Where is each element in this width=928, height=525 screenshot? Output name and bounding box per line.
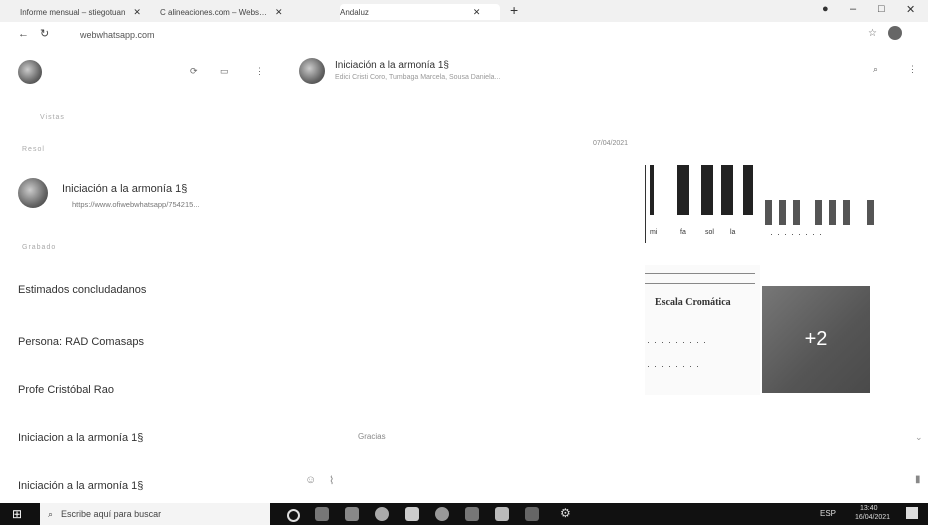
message-caption: Gracias bbox=[358, 432, 386, 441]
chat-title: Estimados concludadanos bbox=[18, 284, 147, 296]
status-icon[interactable]: ⟳ bbox=[190, 66, 198, 77]
app-icon[interactable] bbox=[345, 507, 359, 521]
minimize-button[interactable]: – bbox=[850, 3, 856, 15]
microphone-icon[interactable]: ▮ bbox=[915, 474, 921, 485]
close-tab-icon[interactable]: ✕ bbox=[133, 7, 141, 18]
divider bbox=[645, 283, 755, 284]
app-icon[interactable] bbox=[525, 507, 539, 521]
grey-key bbox=[779, 200, 786, 225]
reload-icon[interactable]: ↻ bbox=[40, 27, 49, 40]
menu-icon[interactable]: ⋮ bbox=[908, 64, 917, 75]
group-link[interactable]: https://www.ofiwebwhatsapp/754215... bbox=[72, 200, 200, 209]
menu-icon[interactable]: ⋮ bbox=[255, 66, 264, 77]
grey-key bbox=[793, 200, 800, 225]
settings-icon[interactable]: ⚙ bbox=[560, 506, 571, 520]
avatar[interactable] bbox=[888, 26, 902, 40]
more-count: +2 bbox=[804, 328, 828, 350]
close-window-button[interactable]: ✕ bbox=[906, 3, 915, 16]
clock-time[interactable]: 13:40 bbox=[860, 505, 878, 512]
note-label: fa bbox=[680, 229, 686, 236]
browser-tab[interactable]: C alineaciones.com – Webs… ✕ bbox=[160, 4, 330, 20]
black-key bbox=[650, 165, 654, 215]
more-images-tile[interactable]: +2 bbox=[762, 286, 870, 393]
app-icon[interactable] bbox=[495, 507, 509, 521]
list-item[interactable]: Persona: RAD Comasaps bbox=[0, 332, 275, 362]
url-field[interactable]: webwhatsapp.com bbox=[80, 30, 155, 40]
browser-tab-active[interactable]: Andaluz ✕ bbox=[340, 4, 500, 20]
black-key bbox=[701, 165, 713, 215]
language-indicator[interactable]: ESP bbox=[820, 509, 836, 518]
section-label: Resol bbox=[22, 146, 45, 153]
chrome-icon[interactable] bbox=[435, 507, 449, 521]
note-label: mi bbox=[650, 229, 658, 236]
close-tab-icon[interactable]: ✕ bbox=[473, 7, 481, 18]
tab-title: Informe mensual – stiegotuan bbox=[20, 7, 126, 17]
note-label: la bbox=[730, 229, 736, 236]
chat-title: Persona: RAD Comasaps bbox=[18, 336, 144, 348]
chat-header-subtitle: Edici Cristi Coro, Tumbaga Marcela, Sous… bbox=[335, 74, 501, 81]
conversation-panel: Iniciación a la armonía 1§ Edici Cristi … bbox=[283, 48, 928, 503]
group-avatar[interactable] bbox=[299, 58, 325, 84]
attach-icon[interactable]: ⌇ bbox=[329, 474, 334, 487]
profile-icon[interactable]: ● bbox=[822, 3, 829, 15]
list-item[interactable]: Iniciacion a la armonía 1§ bbox=[0, 428, 275, 458]
section-label: Grabado bbox=[22, 244, 57, 251]
cortana-icon[interactable] bbox=[287, 509, 300, 522]
chat-title: Iniciacion a la armonía 1§ bbox=[18, 432, 144, 444]
list-item[interactable]: Profe Cristóbal Rao bbox=[0, 380, 275, 410]
search-icon: ⌕ bbox=[48, 508, 54, 519]
black-key bbox=[743, 165, 753, 215]
chat-title: Profe Cristóbal Rao bbox=[18, 384, 114, 396]
scale-image[interactable]: ········· ········ bbox=[645, 265, 760, 395]
back-icon[interactable]: ← bbox=[18, 28, 29, 40]
message-input[interactable] bbox=[353, 474, 873, 488]
avatar[interactable] bbox=[18, 60, 42, 84]
list-item[interactable]: Estimados concludadanos bbox=[0, 280, 275, 310]
browser-tab[interactable]: Informe mensual – stiegotuan ✕ bbox=[20, 4, 150, 20]
maximize-button[interactable]: □ bbox=[878, 3, 885, 15]
note-label: sol bbox=[705, 229, 714, 236]
browser-tab-strip: Informe mensual – stiegotuan ✕ C alineaci… bbox=[0, 0, 928, 22]
scroll-down-icon[interactable]: ⌄ bbox=[915, 432, 923, 443]
grey-key bbox=[867, 200, 874, 225]
app-icon[interactable] bbox=[375, 507, 389, 521]
search-icon[interactable]: ⌕ bbox=[873, 64, 878, 75]
chat-list-panel: ⟳ ▭ ⋮ Vistas Resol Iniciación a la armon… bbox=[0, 48, 275, 503]
task-view-icon[interactable] bbox=[315, 507, 329, 521]
black-key bbox=[677, 165, 689, 215]
clock-date[interactable]: 16/04/2021 bbox=[855, 514, 890, 521]
tab-title: C alineaciones.com – Webs… bbox=[160, 7, 268, 17]
tab-title: Andaluz bbox=[340, 7, 369, 17]
search-placeholder: Escribe aquí para buscar bbox=[61, 509, 162, 519]
taskbar-search[interactable]: ⌕ Escribe aquí para buscar bbox=[40, 503, 270, 525]
new-tab-button[interactable]: + bbox=[510, 2, 518, 18]
grey-key bbox=[815, 200, 822, 225]
group-name[interactable]: Iniciación a la armonía 1§ bbox=[62, 183, 187, 195]
date-label: 07/04/2021 bbox=[593, 140, 629, 147]
app-icon[interactable] bbox=[465, 507, 479, 521]
black-key bbox=[721, 165, 733, 215]
list-item[interactable]: Iniciación a la armonía 1§ bbox=[0, 476, 275, 500]
grey-key bbox=[843, 200, 850, 225]
windows-start-icon[interactable]: ⊞ bbox=[12, 507, 22, 521]
emoji-icon[interactable]: ☺ bbox=[305, 474, 316, 486]
notifications-icon[interactable] bbox=[906, 507, 918, 519]
grey-key bbox=[765, 200, 772, 225]
star-icon[interactable]: ☆ bbox=[868, 28, 877, 39]
group-avatar[interactable] bbox=[18, 178, 48, 208]
piano-keys-image[interactable]: mi fa sol la ········ bbox=[645, 165, 875, 243]
store-icon[interactable] bbox=[405, 507, 419, 521]
dots-decoration: ········ bbox=[647, 361, 703, 371]
divider bbox=[645, 273, 755, 274]
chat-title: Iniciación a la armonía 1§ bbox=[18, 480, 144, 492]
grey-key bbox=[829, 200, 836, 225]
dots-decoration: ········ bbox=[770, 229, 826, 239]
new-chat-icon[interactable]: ▭ bbox=[220, 66, 229, 77]
close-tab-icon[interactable]: ✕ bbox=[275, 7, 283, 18]
chat-header-title[interactable]: Iniciación a la armonía 1§ bbox=[335, 60, 449, 71]
scale-title: Escala Cromática bbox=[655, 297, 731, 308]
dots-decoration: ········· bbox=[647, 337, 710, 347]
section-label: Vistas bbox=[40, 114, 65, 121]
